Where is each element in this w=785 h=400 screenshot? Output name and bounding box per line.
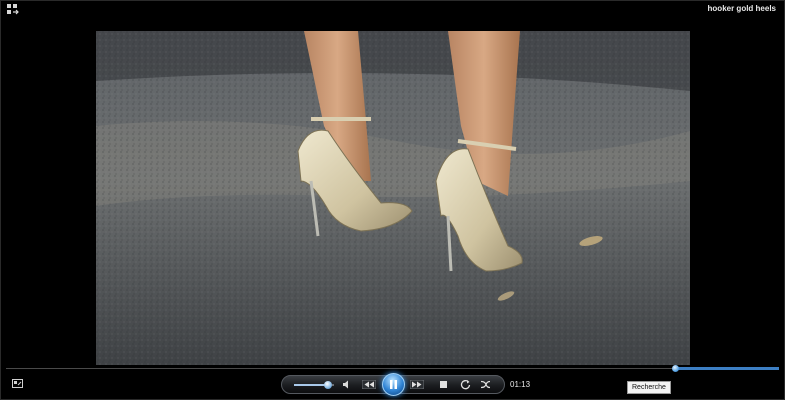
video-display[interactable] <box>96 31 690 365</box>
next-icon[interactable] <box>410 380 424 389</box>
pause-icon <box>390 380 397 389</box>
seek-bar[interactable] <box>6 365 779 372</box>
switch-view-icon[interactable] <box>7 4 19 15</box>
library-icon[interactable] <box>12 379 23 388</box>
repeat-icon[interactable] <box>460 379 471 390</box>
search-button[interactable]: Recherche <box>627 381 671 394</box>
speaker-icon[interactable] <box>342 380 350 389</box>
window-title: hooker gold heels <box>707 4 776 13</box>
time-display: 01:13 <box>510 380 531 389</box>
seek-progress <box>674 367 779 370</box>
seek-handle[interactable] <box>671 365 679 372</box>
seek-track <box>6 368 779 369</box>
volume-level <box>294 384 328 386</box>
video-frame <box>96 31 690 365</box>
playback-controls <box>281 373 505 396</box>
volume-handle[interactable] <box>324 381 332 389</box>
volume-slider[interactable] <box>294 381 334 389</box>
previous-icon[interactable] <box>362 380 376 389</box>
title-bar: hooker gold heels <box>0 0 785 18</box>
pause-button[interactable] <box>382 373 405 396</box>
stop-icon[interactable] <box>440 381 447 388</box>
shuffle-icon[interactable] <box>480 379 491 390</box>
